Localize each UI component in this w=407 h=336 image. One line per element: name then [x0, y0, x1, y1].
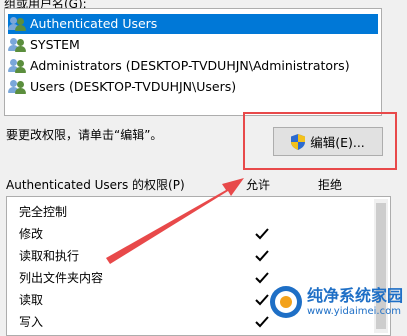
watermark-url: www.yidaimei.com [306, 305, 401, 317]
permission-row-read-execute: 读取和执行 [19, 249, 80, 263]
user-item-label: Administrators (DESKTOP-TVDUHJN\Administ… [30, 58, 350, 73]
user-item-users[interactable]: Users (DESKTOP-TVDUHJN\Users) [8, 77, 236, 97]
allow-check-icon [255, 250, 269, 262]
deny-column-header: 拒绝 [318, 178, 343, 192]
permission-row-full-control: 完全控制 [19, 205, 68, 219]
allow-check-icon [255, 272, 269, 284]
allow-check-icon [255, 294, 269, 306]
permission-row-write: 写入 [19, 315, 44, 329]
permissions-header: Authenticated Users 的权限(P) [6, 178, 185, 192]
watermark-logo-icon [269, 286, 302, 318]
user-group-icon [8, 16, 26, 32]
user-group-icon [8, 58, 26, 74]
user-item-label: SYSTEM [30, 37, 80, 52]
user-item-label: Authenticated Users [30, 16, 158, 31]
user-item-administrators[interactable]: Administrators (DESKTOP-TVDUHJN\Administ… [8, 56, 350, 76]
watermark-title: 纯净系统家园 [306, 285, 403, 305]
allow-column-header: 允许 [246, 178, 271, 192]
watermark: 纯净系统家园 www.yidaimei.com [269, 285, 403, 319]
user-item-system[interactable]: SYSTEM [8, 35, 80, 55]
user-item-label: Users (DESKTOP-TVDUHJN\Users) [30, 79, 237, 94]
user-item-authenticated-users[interactable]: Authenticated Users [8, 14, 378, 34]
permission-row-modify: 修改 [19, 227, 44, 241]
permission-row-list-folder: 列出文件夹内容 [19, 271, 104, 285]
permission-row-read: 读取 [19, 293, 44, 307]
allow-check-icon [255, 228, 269, 240]
user-group-icon [8, 37, 26, 53]
user-list[interactable]: Authenticated Users SYSTEM Administrator… [4, 8, 382, 116]
highlight-box [243, 112, 397, 170]
user-group-icon [8, 79, 26, 95]
allow-check-icon [255, 316, 269, 328]
edit-instruction-text: 要更改权限，请单击“编辑”。 [6, 128, 163, 142]
